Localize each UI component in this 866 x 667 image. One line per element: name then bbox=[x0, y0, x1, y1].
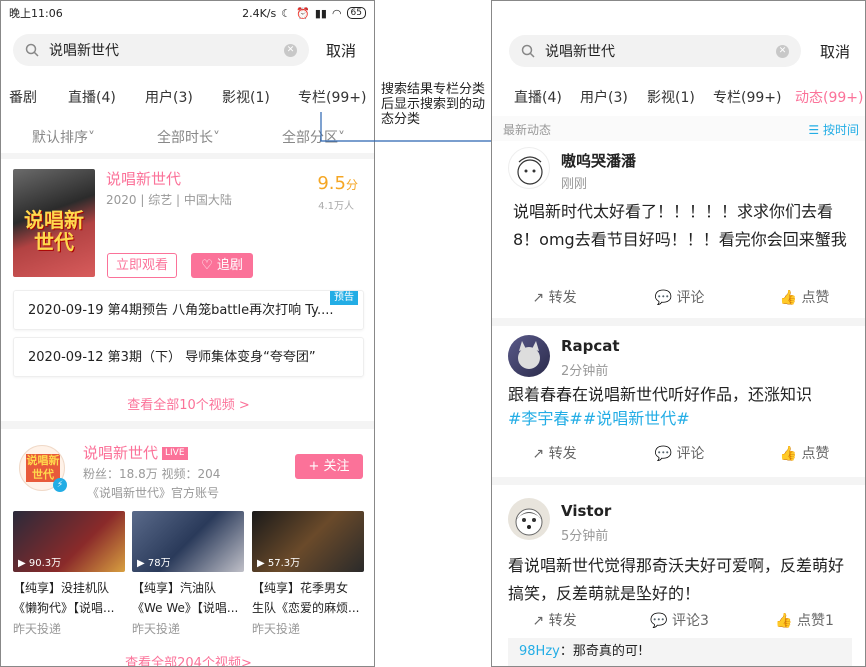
post-actions: ↗ 转发 💬 评论 👍 点赞 bbox=[492, 287, 865, 307]
tab-film[interactable]: 影视(1) bbox=[647, 87, 713, 107]
divider bbox=[492, 318, 865, 326]
post-author[interactable]: 嗷呜哭潘潘 bbox=[561, 150, 636, 171]
comment-button[interactable]: 💬 评论 bbox=[617, 287, 742, 307]
dynamics-header: 最新动态 ☰ 按时间 bbox=[492, 116, 865, 141]
latest-dynamics-label: 最新动态 bbox=[503, 123, 552, 137]
cartoon-avatar-icon bbox=[517, 156, 543, 185]
post-time: 5分钟前 bbox=[561, 529, 609, 544]
post-actions: ↗ 转发 💬 评论 👍 点赞 bbox=[492, 443, 865, 463]
avatar[interactable] bbox=[508, 147, 550, 189]
tab-users[interactable]: 用户(3) bbox=[580, 87, 647, 107]
repost-button[interactable]: ↗ 转发 bbox=[492, 287, 617, 307]
tab-dynamics[interactable]: 动态(99+) bbox=[795, 87, 863, 107]
post-actions: ↗ 转发 💬 评论3 👍 点赞1 bbox=[492, 610, 865, 630]
tab-live[interactable]: 直播(4) bbox=[514, 87, 580, 107]
search-icon bbox=[521, 44, 535, 58]
post-text: 跟着春春在说唱新世代听好作品，还涨知识 #李宇春##说唱新世代# bbox=[508, 385, 813, 428]
search-query: 说唱新世代 bbox=[545, 44, 615, 60]
repost-button[interactable]: ↗ 转发 bbox=[492, 443, 617, 463]
sort-icon: ☰ bbox=[808, 123, 823, 137]
avatar[interactable] bbox=[508, 335, 550, 377]
like-button[interactable]: 👍 点赞 bbox=[742, 287, 865, 307]
repost-button[interactable]: ↗ 转发 bbox=[492, 610, 617, 630]
sort-by-time-button[interactable]: ☰ 按时间 bbox=[808, 121, 859, 138]
tab-articles[interactable]: 专栏(99+) bbox=[713, 87, 795, 107]
connector-line bbox=[320, 112, 494, 142]
search-row: 说唱新世代 ✕ 取消 bbox=[509, 35, 855, 67]
clear-icon[interactable]: ✕ bbox=[776, 44, 789, 58]
husky-avatar-icon bbox=[515, 508, 543, 536]
like-button[interactable]: 👍 点赞 bbox=[742, 443, 865, 463]
divider bbox=[492, 477, 865, 485]
post-time: 2分钟前 bbox=[561, 364, 609, 379]
comment-button[interactable]: 💬 评论 bbox=[617, 443, 742, 463]
post-text: 看说唱新世代觉得那奇沃夫好可爱啊，反差萌好搞笑，反差萌就是坠好的！ bbox=[508, 556, 845, 603]
cancel-button[interactable]: 取消 bbox=[820, 41, 850, 62]
search-tabs: 直播(4) 用户(3) 影视(1) 专栏(99+) 动态(99+) bbox=[514, 87, 863, 107]
comment-button[interactable]: 💬 评论3 bbox=[617, 610, 742, 630]
cat-avatar-icon bbox=[518, 341, 540, 369]
like-button[interactable]: 👍 点赞1 bbox=[742, 610, 865, 630]
comment-text: ：那奇真的可! bbox=[559, 644, 644, 659]
post-author[interactable]: Vistor bbox=[561, 502, 611, 520]
comment-preview[interactable]: 98Hzy：那奇真的可! bbox=[508, 638, 852, 666]
post-topic[interactable]: #李宇春##说唱新世代# bbox=[508, 409, 690, 428]
search-input[interactable]: 说唱新世代 ✕ bbox=[509, 35, 801, 67]
comment-user[interactable]: 98Hzy bbox=[519, 644, 560, 659]
avatar[interactable] bbox=[508, 498, 550, 540]
right-phone-screen: 说唱新世代 ✕ 取消 直播(4) 用户(3) 影视(1) 专栏(99+) 动态(… bbox=[491, 0, 866, 667]
post-text: 说唱新时代太好看了！！！！！求求你们去看8！omg去看节目好吗！！！看完你会回来… bbox=[513, 202, 847, 249]
post-author[interactable]: Rapcat bbox=[561, 337, 620, 355]
post-time: 刚刚 bbox=[561, 177, 588, 192]
